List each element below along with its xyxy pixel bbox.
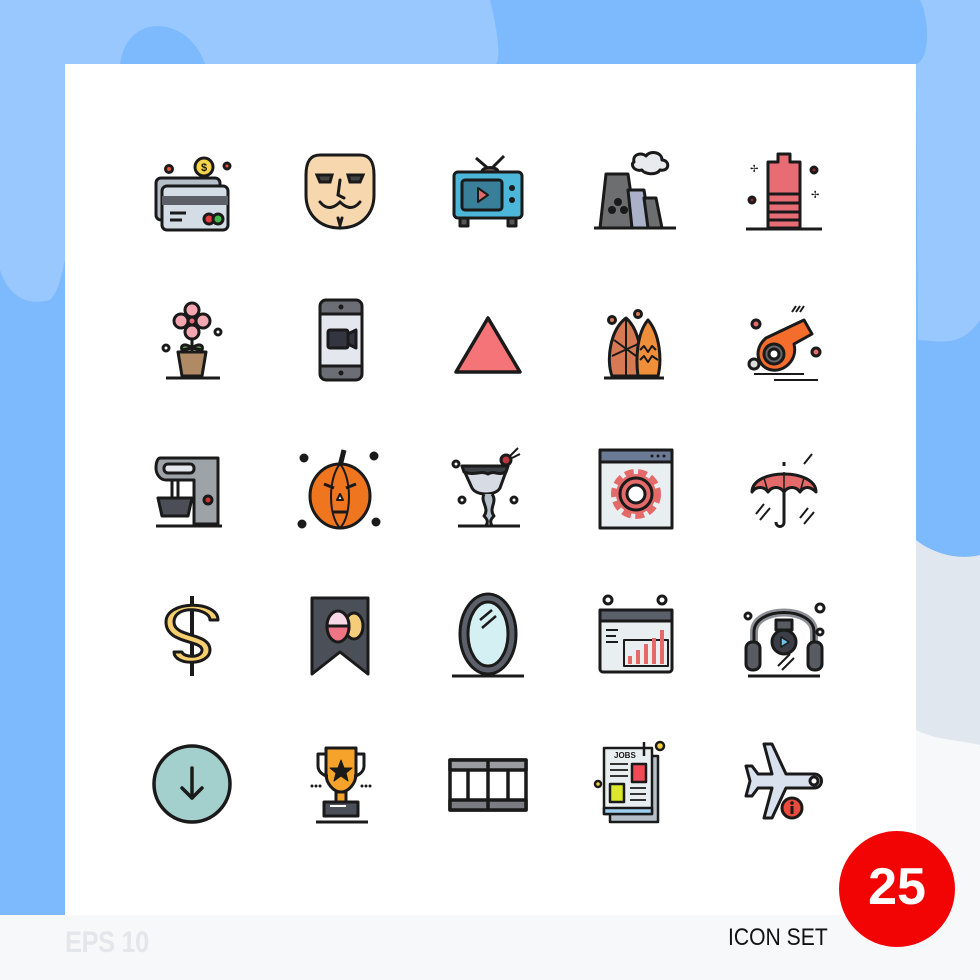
potted-flower-icon	[142, 290, 242, 390]
power-plant-factory-icon	[586, 140, 686, 240]
svg-text:$: $	[201, 162, 207, 174]
triangle-up-icon	[438, 290, 538, 390]
svg-text:✢: ✢	[811, 190, 819, 201]
headphones-music-icon	[734, 586, 834, 686]
icon-set-label: ICON SET	[728, 924, 828, 951]
icon-count-value: 25	[868, 858, 926, 916]
surfboards-icon	[586, 290, 686, 390]
dollar-sign-icon	[142, 586, 242, 686]
stand-mixer-icon	[142, 438, 242, 538]
web-analytics-chart-icon	[586, 586, 686, 686]
low-battery-icon: ✢ ✢	[734, 140, 834, 240]
icon-count-badge: 25	[839, 831, 955, 947]
svg-text:✢: ✢	[750, 164, 758, 175]
mobile-video-camera-icon	[290, 290, 390, 390]
download-arrow-circle-icon[interactable]	[142, 734, 242, 834]
halloween-pumpkin-icon	[290, 438, 390, 538]
svg-text:JOBS: JOBS	[614, 751, 636, 760]
anonymous-mask-icon	[290, 140, 390, 240]
halloween-cocktail-icon	[438, 438, 538, 538]
icon-grid-card: $ ✢ ✢ JOBS	[65, 64, 916, 915]
format-label: EPS 10	[65, 926, 149, 959]
whistle-icon	[734, 290, 834, 390]
credit-cards-dollar-icon: $	[142, 140, 242, 240]
jobs-newspaper-icon: JOBS	[586, 734, 686, 834]
easter-eggs-bookmark-icon	[290, 586, 390, 686]
trophy-star-icon	[290, 734, 390, 834]
airplane-info-icon	[734, 734, 834, 834]
film-strip-table-icon	[438, 734, 538, 834]
umbrella-rain-icon	[734, 438, 834, 538]
browser-settings-gear-icon	[586, 438, 686, 538]
retro-tv-play-icon	[438, 140, 538, 240]
oval-mirror-icon	[438, 586, 538, 686]
